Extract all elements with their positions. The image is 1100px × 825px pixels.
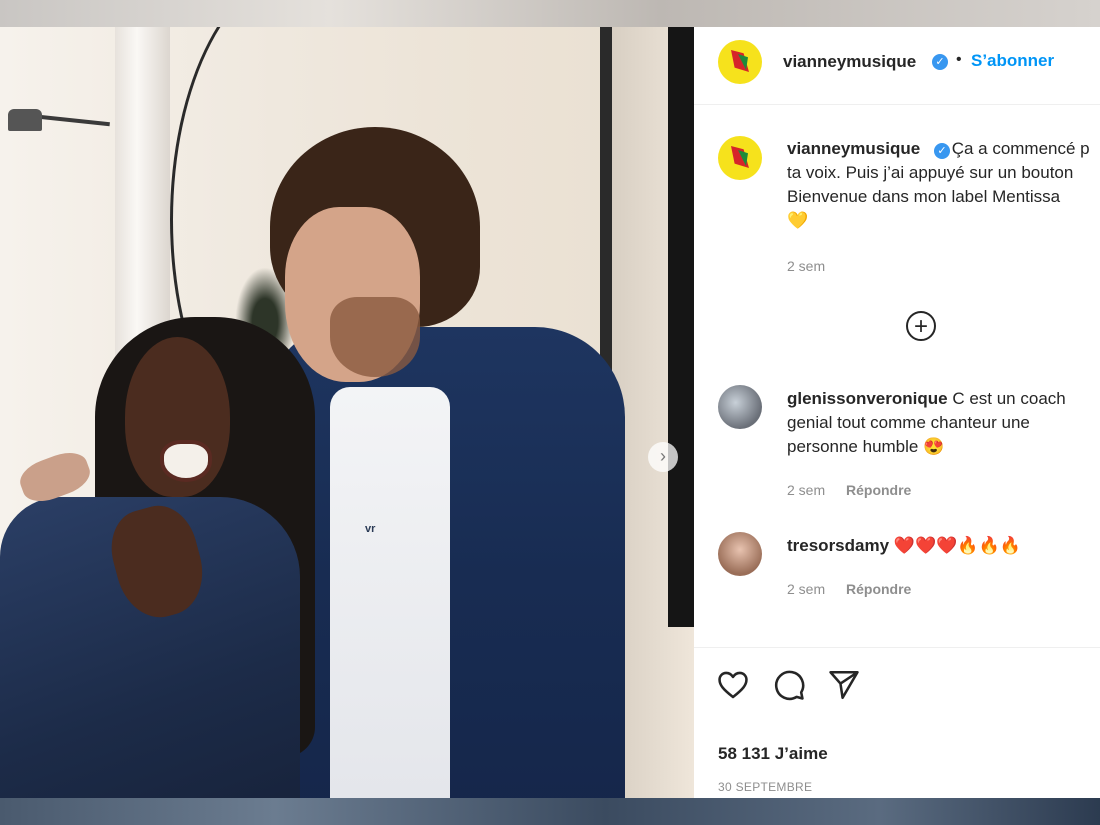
wall-lamp [8,109,42,131]
share-icon[interactable] [827,668,861,702]
backdrop-top [0,0,1100,27]
comment-text: ❤️❤️❤️🔥🔥🔥 [893,536,1021,555]
follow-button[interactable]: S’abonner [971,51,1054,71]
comment: glenissonveronique C est un coach genial… [787,387,1087,459]
heart-icon[interactable] [716,668,750,702]
account-avatar[interactable] [718,40,762,84]
comment: tresorsdamy ❤️❤️❤️🔥🔥🔥 [787,534,1087,558]
reply-button[interactable]: Répondre [846,581,911,597]
post-actions: 58 131 J’aime 30 SEPTEMBRE [694,647,1100,798]
caption-timestamp: 2 sem [787,258,826,274]
verified-icon: ✓ [934,143,950,159]
caption-line-1: Ça a commencé p [951,139,1090,158]
comment-text: C est un coach [952,389,1066,408]
backdrop-bottom [0,798,1100,825]
likes-count[interactable]: 58 131 J’aime [718,744,828,764]
post-date: 30 SEPTEMBRE [718,780,813,794]
wall-painting [668,27,694,627]
comment-timestamp: 2 sem [787,581,826,597]
post-side-panel: vianneymusique ✓ • S’abonner vianneymusi… [694,27,1100,798]
reply-button[interactable]: Répondre [846,482,911,498]
comment-username[interactable]: tresorsdamy [787,536,889,555]
comment-icon[interactable] [772,668,806,702]
load-more-comments-button[interactable]: + [906,311,936,341]
caption-avatar[interactable] [718,136,762,180]
caption-username[interactable]: vianneymusique [787,139,920,158]
comment-timestamp: 2 sem [787,482,826,498]
carousel-next-button[interactable]: › [648,442,678,472]
man-shirt [330,387,450,798]
caption-line-3: Bienvenue dans mon label Mentissa [787,187,1061,206]
comment-text: personne humble 😍 [787,437,945,456]
caption-emoji: 💛 [787,211,809,230]
commenter-avatar[interactable] [718,385,762,429]
comment-text: genial tout comme chanteur une [787,413,1030,432]
commenter-avatar[interactable] [718,532,762,576]
post-photo[interactable]: vr › [0,27,694,798]
separator-dot: • [956,51,962,68]
caption-line-2: ta voix. Puis j’ai appuyé sur un bouton [787,163,1074,182]
header-username[interactable]: vianneymusique [783,52,916,72]
post-header: vianneymusique ✓ • S’abonner [694,27,1100,105]
comment-username[interactable]: glenissonveronique [787,389,948,408]
verified-icon: ✓ [932,54,948,70]
